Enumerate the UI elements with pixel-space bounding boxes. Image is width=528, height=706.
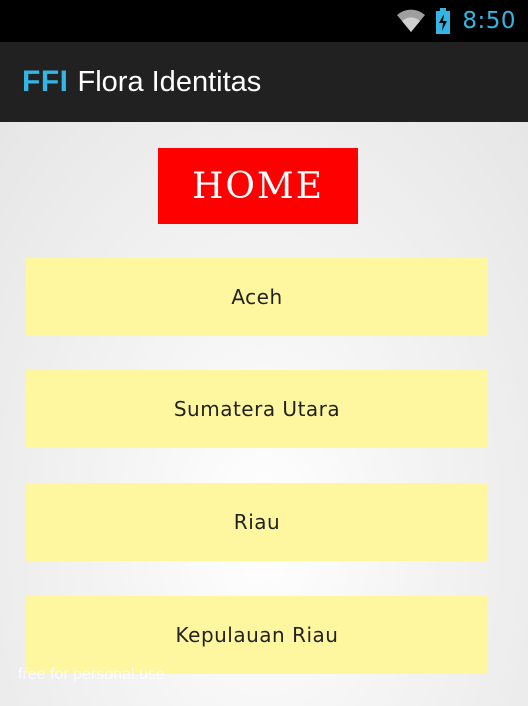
- province-button-aceh[interactable]: Aceh: [26, 258, 488, 336]
- home-content: HOME Aceh Sumatera Utara Riau Kepulauan …: [0, 122, 528, 706]
- status-icons: 8:50: [396, 0, 516, 42]
- status-clock: 8:50: [462, 8, 516, 34]
- wifi-icon: [397, 9, 426, 32]
- app-logo[interactable]: FFI: [22, 65, 69, 99]
- home-banner: HOME: [158, 148, 358, 224]
- province-button-sumatera-utara[interactable]: Sumatera Utara: [26, 370, 488, 448]
- action-bar: FFI Flora Identitas: [0, 42, 528, 122]
- app-title: Flora Identitas: [77, 65, 262, 98]
- province-button-kepulauan-riau[interactable]: Kepulauan Riau: [26, 596, 488, 674]
- province-button-riau[interactable]: Riau: [26, 483, 488, 561]
- battery-charging-icon: [436, 8, 451, 34]
- watermark: free for personal use: [18, 666, 165, 683]
- status-bar: 8:50: [0, 0, 528, 42]
